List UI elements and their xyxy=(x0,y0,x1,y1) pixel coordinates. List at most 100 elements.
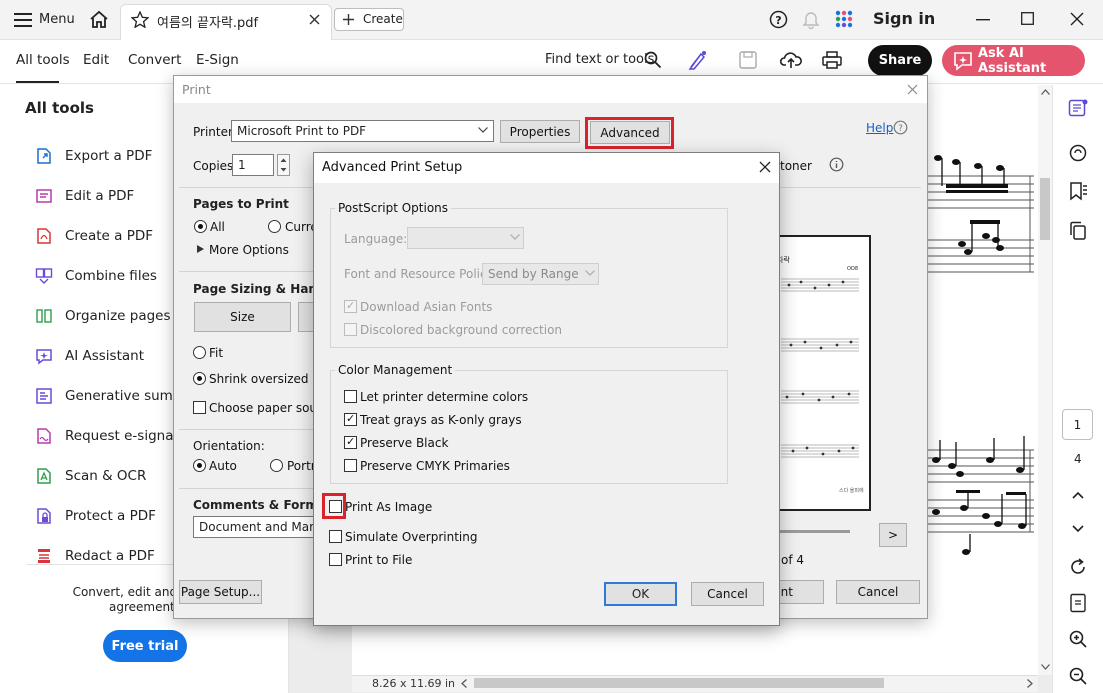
tool-item-combine-files[interactable]: Combine files xyxy=(35,263,157,289)
language-select[interactable] xyxy=(407,227,524,249)
document-tab-title[interactable]: 여름의 끝자락.pdf xyxy=(157,12,258,31)
tool-item-scan-ocr[interactable]: Scan & OCR xyxy=(35,463,146,489)
simulate-overprinting-label[interactable]: Simulate Overprinting xyxy=(345,530,477,544)
page-up-chevron-icon[interactable] xyxy=(1072,491,1084,499)
tab-all-tools[interactable]: All tools xyxy=(16,52,70,68)
advanced-cancel-button[interactable]: Cancel xyxy=(691,582,764,606)
maximize-icon[interactable] xyxy=(1021,12,1034,25)
copies-input[interactable]: 1 xyxy=(232,154,274,176)
scroll-down-arrow-icon[interactable] xyxy=(1041,664,1050,670)
advanced-dialog-close-icon[interactable] xyxy=(759,161,771,173)
comments-forms-select[interactable]: Document and Markups xyxy=(193,516,314,538)
current-page-radio[interactable] xyxy=(268,220,281,237)
ai-edit-icon[interactable] xyxy=(688,50,710,70)
scroll-left-arrow-icon[interactable] xyxy=(461,679,467,688)
next-page-button[interactable]: > xyxy=(879,523,907,547)
fit-radio[interactable] xyxy=(193,346,206,363)
portrait-radio[interactable] xyxy=(270,459,283,476)
print-to-file-label[interactable]: Print to File xyxy=(345,553,412,567)
minimize-icon[interactable] xyxy=(976,19,990,21)
preview-scroll-track[interactable] xyxy=(780,530,850,533)
auto-orientation-radio[interactable] xyxy=(193,459,206,476)
horizontal-scrollbar-thumb[interactable] xyxy=(474,678,884,688)
all-pages-label[interactable]: All xyxy=(210,220,225,234)
share-button[interactable]: Share xyxy=(868,45,932,76)
help-link[interactable]: Help xyxy=(866,121,893,135)
let-printer-colors-label[interactable]: Let printer determine colors xyxy=(360,390,528,404)
print-icon[interactable] xyxy=(822,51,842,69)
fit-page-icon[interactable] xyxy=(1069,593,1087,613)
shrink-radio[interactable] xyxy=(193,372,206,389)
search-icon[interactable] xyxy=(644,51,662,69)
download-asian-fonts-checkbox[interactable]: ✓ xyxy=(344,299,357,317)
font-policy-dropdown-chevron-icon[interactable] xyxy=(585,270,595,276)
font-policy-select[interactable]: Send by Range xyxy=(482,263,599,285)
help-circle-icon[interactable]: ? xyxy=(893,120,908,135)
page-setup-button[interactable]: Page Setup... xyxy=(179,580,262,604)
auto-orientation-label[interactable]: Auto xyxy=(209,459,237,473)
ok-button[interactable]: OK xyxy=(604,582,677,606)
poster-button[interactable] xyxy=(298,302,314,332)
tool-item-ai-assistant[interactable]: AI Assistant xyxy=(35,343,144,369)
save-toner-label[interactable]: toner xyxy=(780,159,812,173)
current-page-input[interactable]: 1 xyxy=(1062,409,1093,440)
comment-tool-icon[interactable] xyxy=(1068,99,1088,119)
preserve-black-checkbox[interactable]: ✓ xyxy=(344,435,357,453)
notifications-bell-icon[interactable] xyxy=(802,10,820,29)
printer-select[interactable]: Microsoft Print to PDF xyxy=(231,120,494,142)
more-options-triangle-icon[interactable] xyxy=(197,245,204,253)
tab-e-sign[interactable]: E-Sign xyxy=(196,52,239,68)
scroll-up-arrow-icon[interactable] xyxy=(1041,89,1050,95)
all-pages-radio[interactable] xyxy=(194,220,207,237)
tab-convert[interactable]: Convert xyxy=(128,52,181,68)
properties-button[interactable]: Properties xyxy=(500,120,580,143)
page-down-chevron-icon[interactable] xyxy=(1072,525,1084,533)
zoom-out-icon[interactable] xyxy=(1069,667,1087,685)
size-button[interactable]: Size xyxy=(194,302,291,332)
tool-item-create-pdf[interactable]: Create a PDF xyxy=(35,223,153,249)
print-as-image-label[interactable]: Print As Image xyxy=(345,500,432,514)
preserve-cmyk-label[interactable]: Preserve CMYK Primaries xyxy=(360,459,510,473)
tool-item-organize-pages[interactable]: Organize pages xyxy=(35,303,171,329)
apps-grid-icon[interactable] xyxy=(835,10,853,28)
tool-item-protect-pdf[interactable]: Protect a PDF xyxy=(35,503,156,529)
advanced-button[interactable]: Advanced xyxy=(590,121,670,144)
let-printer-colors-checkbox[interactable] xyxy=(344,390,357,407)
printer-dropdown-chevron-icon[interactable] xyxy=(478,127,488,133)
free-trial-button[interactable]: Free trial xyxy=(103,630,187,662)
more-options-toggle[interactable]: More Options xyxy=(209,243,289,257)
print-as-image-checkbox[interactable] xyxy=(329,500,342,517)
print-to-file-checkbox[interactable] xyxy=(329,553,342,570)
tool-item-edit-pdf[interactable]: Edit a PDF xyxy=(35,183,134,209)
treat-grays-checkbox[interactable]: ✓ xyxy=(344,412,357,430)
comments-icon[interactable] xyxy=(1068,143,1088,163)
print-dialog-close-icon[interactable] xyxy=(907,84,918,95)
save-icon[interactable] xyxy=(739,51,757,69)
find-text-label[interactable]: Find text or tools xyxy=(545,52,654,67)
vertical-scrollbar-thumb[interactable] xyxy=(1040,178,1050,240)
scroll-right-arrow-icon[interactable] xyxy=(1027,679,1033,688)
close-window-icon[interactable] xyxy=(1070,12,1084,26)
info-icon[interactable] xyxy=(829,157,844,172)
close-tab-icon[interactable] xyxy=(309,14,320,25)
help-icon[interactable]: ? xyxy=(769,10,788,29)
rotate-refresh-icon[interactable] xyxy=(1069,558,1087,576)
hamburger-menu-icon[interactable] xyxy=(14,12,32,28)
sign-in-link[interactable]: Sign in xyxy=(873,9,935,28)
print-cancel-button[interactable]: Cancel xyxy=(836,580,920,604)
home-icon[interactable] xyxy=(89,10,109,29)
tool-item-redact-pdf[interactable]: Redact a PDF xyxy=(35,543,155,569)
bookmark-icon[interactable] xyxy=(1068,181,1088,201)
tab-edit[interactable]: Edit xyxy=(83,52,109,68)
fit-label[interactable]: Fit xyxy=(209,346,223,360)
discolored-background-checkbox[interactable] xyxy=(344,323,357,340)
menu-label[interactable]: Menu xyxy=(39,12,75,27)
copy-pages-icon[interactable] xyxy=(1068,221,1088,241)
preserve-cmyk-checkbox[interactable] xyxy=(344,459,357,476)
preserve-black-label[interactable]: Preserve Black xyxy=(360,436,448,450)
star-icon[interactable] xyxy=(131,11,149,28)
treat-grays-label[interactable]: Treat grays as K-only grays xyxy=(360,413,522,427)
language-dropdown-chevron-icon[interactable] xyxy=(510,234,520,240)
zoom-in-icon[interactable] xyxy=(1069,630,1087,648)
simulate-overprinting-checkbox[interactable] xyxy=(329,530,342,547)
